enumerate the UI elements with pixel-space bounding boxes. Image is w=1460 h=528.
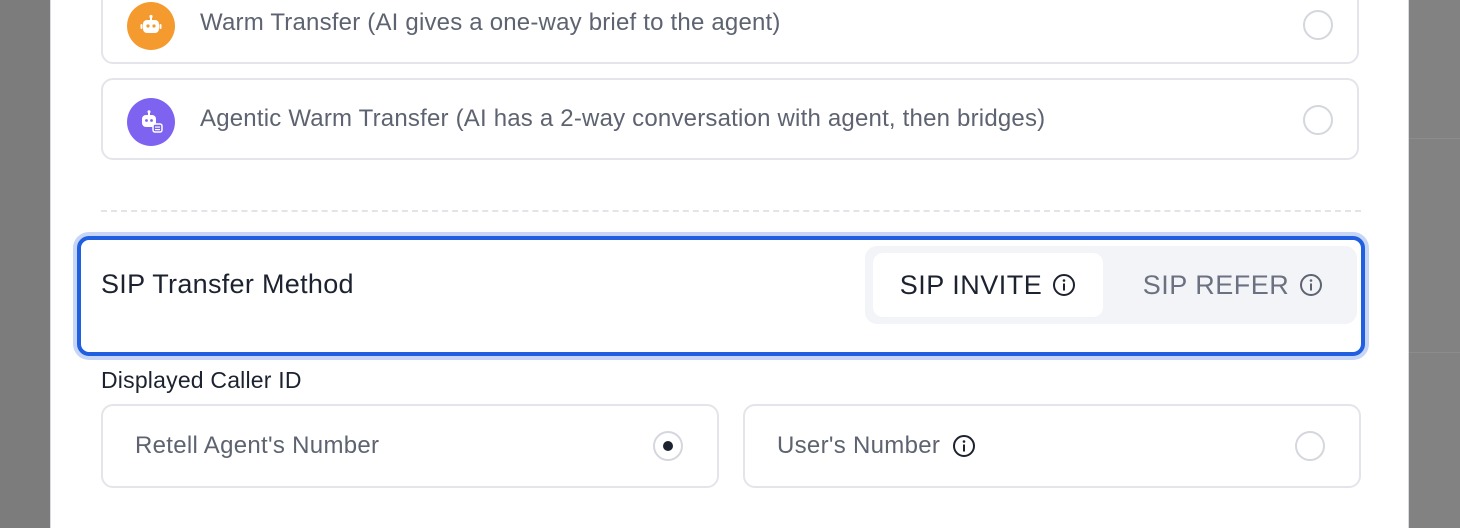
sip-transfer-method-toggle: SIP INVITE SIP REFER — [865, 246, 1357, 324]
caller-id-option-agent-number[interactable]: Retell Agent's Number — [101, 404, 719, 488]
sip-refer-label: SIP REFER — [1142, 269, 1290, 300]
agent-number-radio[interactable] — [653, 431, 683, 461]
sip-invite-option[interactable]: SIP INVITE — [873, 253, 1103, 317]
user-number-label: User's Number — [777, 432, 941, 459]
transfer-settings-modal: Warm Transfer (AI gives a one-way brief … — [50, 0, 1409, 528]
sip-invite-label: SIP INVITE — [899, 269, 1043, 300]
info-icon[interactable] — [1299, 273, 1323, 297]
section-divider — [101, 210, 1361, 212]
caller-id-option-user-number[interactable]: User's Number — [743, 404, 1361, 488]
sip-transfer-method-section: SIP Transfer Method SIP INVITE SIP REFER — [77, 236, 1365, 356]
agent-number-label: Retell Agent's Number — [135, 432, 380, 459]
robot-chat-icon — [127, 98, 175, 146]
modal-backdrop[interactable] — [1409, 0, 1460, 528]
info-icon[interactable] — [1052, 273, 1076, 297]
warm-transfer-option[interactable]: Warm Transfer (AI gives a one-way brief … — [101, 0, 1359, 64]
displayed-caller-id-label: Displayed Caller ID — [101, 366, 302, 393]
agentic-warm-transfer-radio[interactable] — [1303, 105, 1333, 135]
user-number-radio[interactable] — [1295, 431, 1325, 461]
sip-transfer-method-title: SIP Transfer Method — [101, 268, 354, 299]
agentic-warm-transfer-option[interactable]: Agentic Warm Transfer (AI has a 2-way co… — [101, 78, 1359, 160]
warm-transfer-label: Warm Transfer (AI gives a one-way brief … — [200, 9, 781, 36]
info-icon[interactable] — [952, 434, 976, 458]
warm-transfer-radio[interactable] — [1303, 10, 1333, 40]
robot-icon — [127, 2, 175, 50]
agentic-warm-transfer-label: Agentic Warm Transfer (AI has a 2-way co… — [200, 105, 1046, 132]
sip-refer-option[interactable]: SIP REFER — [1117, 253, 1349, 317]
